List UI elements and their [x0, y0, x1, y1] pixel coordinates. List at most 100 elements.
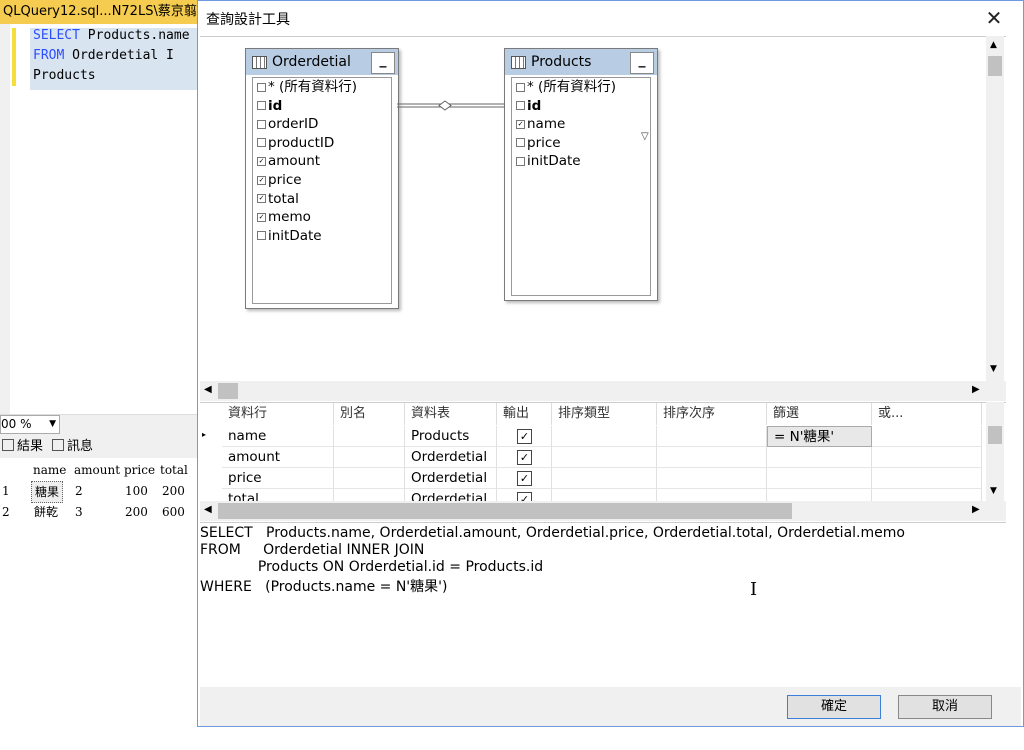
grid-cell-table[interactable]: Products: [405, 426, 497, 447]
checkbox-checked-icon[interactable]: ✓: [257, 212, 266, 222]
checkbox-icon[interactable]: [516, 156, 525, 166]
table-column-item[interactable]: initDate: [516, 152, 581, 170]
table-column-item[interactable]: ✓ total: [257, 190, 299, 208]
grid-cell-alias[interactable]: [334, 426, 405, 447]
query-tab[interactable]: QLQuery12.sql...N72LS\蔡京翦: [0, 0, 201, 24]
grid-cell-filter[interactable]: = N'糖果': [767, 426, 872, 447]
table-products[interactable]: Products _ * (所有資料行) id ✓ name price initDate…: [504, 48, 658, 301]
checkbox-icon[interactable]: [257, 119, 266, 129]
grid-cell[interactable]: 糖果: [31, 481, 64, 503]
grid-cell[interactable]: 600: [162, 502, 185, 522]
grid-cell-alias[interactable]: [334, 447, 405, 468]
checkbox-checked-icon[interactable]: ✓: [517, 429, 532, 444]
grid-cell[interactable]: 200: [162, 481, 185, 501]
grid-cell-column[interactable]: name: [222, 426, 334, 447]
chevron-left-icon[interactable]: ◀: [204, 384, 212, 395]
table-column-item[interactable]: initDate: [257, 227, 322, 245]
grid-cell-sort-order[interactable]: [657, 426, 767, 447]
chevron-right-icon[interactable]: ▶: [972, 384, 980, 395]
grid-cell-output[interactable]: ✓: [497, 426, 552, 447]
grid-header-column[interactable]: 資料行: [222, 403, 334, 425]
grid-cell-sort-order[interactable]: [657, 468, 767, 489]
chevron-right-icon[interactable]: ▶: [972, 504, 980, 515]
sql-pane[interactable]: SELECT Products.name, Orderdetial.amount…: [200, 522, 1006, 688]
scroll-thumb[interactable]: [988, 56, 1002, 76]
table-header[interactable]: Orderdetial _: [246, 49, 398, 75]
grid-header-or[interactable]: 或...: [872, 403, 982, 425]
grid-header-alias[interactable]: 別名: [334, 403, 405, 425]
table-column-item[interactable]: ✓ name: [516, 115, 565, 133]
checkbox-icon[interactable]: [516, 101, 525, 111]
checkbox-icon[interactable]: [516, 82, 525, 92]
checkbox-checked-icon[interactable]: ✓: [257, 156, 266, 166]
checkbox-icon[interactable]: [257, 101, 266, 111]
chevron-down-icon[interactable]: ▼: [990, 364, 997, 374]
grid-cell-sort-type[interactable]: [552, 468, 657, 489]
checkbox-checked-icon[interactable]: ✓: [257, 194, 266, 204]
chevron-up-icon[interactable]: ▲: [990, 40, 997, 50]
diagram-pane[interactable]: Orderdetial _ * (所有資料行) id orderID productI…: [200, 36, 1006, 382]
checkbox-checked-icon[interactable]: ✓: [257, 175, 266, 185]
grid-vertical-scrollbar[interactable]: ▼: [986, 402, 1004, 502]
grid-header-sort-order[interactable]: 排序次序: [657, 403, 767, 425]
grid-horizontal-scrollbar[interactable]: ◀ ▶: [200, 501, 1006, 521]
minimize-icon[interactable]: _: [371, 52, 395, 74]
table-column-item[interactable]: id: [257, 97, 282, 115]
grid-cell[interactable]: 2: [75, 481, 83, 501]
table-column-item[interactable]: id: [516, 97, 541, 115]
grid-cell-column[interactable]: price: [222, 468, 334, 489]
tab-messages[interactable]: 訊息: [52, 437, 93, 457]
checkbox-icon[interactable]: [257, 138, 266, 148]
ok-button[interactable]: 確定: [787, 695, 881, 719]
grid-cell[interactable]: 餅乾: [34, 502, 58, 522]
query-editor[interactable]: SELECT Products.name FROM Orderdetial I …: [0, 24, 198, 414]
checkbox-checked-icon[interactable]: ✓: [516, 119, 525, 129]
grid-cell[interactable]: 3: [75, 502, 83, 522]
table-column-item[interactable]: productID: [257, 134, 334, 152]
join-line[interactable]: [397, 97, 505, 113]
table-column-item[interactable]: ✓ price: [257, 171, 302, 189]
grid-cell-filter[interactable]: [767, 468, 872, 489]
grid-header-output[interactable]: 輸出: [497, 403, 552, 425]
table-column-item[interactable]: * (所有資料行): [257, 78, 357, 96]
grid-cell-output[interactable]: ✓: [497, 447, 552, 468]
scroll-thumb[interactable]: [988, 426, 1002, 444]
chevron-left-icon[interactable]: ◀: [204, 504, 212, 515]
close-icon[interactable]: ✕: [974, 5, 1014, 31]
table-column-item[interactable]: ✓ amount: [257, 152, 320, 170]
grid-cell-or[interactable]: [872, 468, 982, 489]
grid-cell-or[interactable]: [872, 426, 982, 447]
checkbox-icon[interactable]: [516, 138, 525, 148]
grid-cell-filter[interactable]: [767, 447, 872, 468]
cancel-button[interactable]: 取消: [898, 695, 992, 719]
table-column-item[interactable]: ✓ memo: [257, 208, 311, 226]
grid-cell[interactable]: 200: [125, 502, 148, 522]
diagram-vertical-scrollbar[interactable]: ▲ ▼: [986, 36, 1004, 381]
diagram-horizontal-scrollbar[interactable]: ◀ ▶: [200, 381, 1006, 401]
checkbox-icon[interactable]: [257, 231, 266, 241]
grid-cell-output[interactable]: ✓: [497, 468, 552, 489]
minimize-icon[interactable]: _: [630, 52, 654, 74]
zoom-select[interactable]: 00 % ▼: [0, 415, 60, 434]
criteria-grid[interactable]: 資料行 別名 資料表 輸出 排序類型 排序次序 篩選 或... ▸ name Pr…: [200, 402, 1006, 510]
grid-header-table[interactable]: 資料表: [405, 403, 497, 425]
grid-cell-or[interactable]: [872, 447, 982, 468]
grid-cell-sort-type[interactable]: [552, 447, 657, 468]
scroll-thumb[interactable]: [218, 383, 238, 399]
grid-cell-table[interactable]: Orderdetial: [405, 468, 497, 489]
grid-cell-alias[interactable]: [334, 468, 405, 489]
scroll-thumb[interactable]: [218, 503, 792, 519]
grid-cell-sort-order[interactable]: [657, 447, 767, 468]
table-column-item[interactable]: * (所有資料行): [516, 78, 616, 96]
chevron-down-icon[interactable]: ▼: [990, 486, 997, 496]
grid-header-filter[interactable]: 篩選: [767, 403, 872, 425]
checkbox-checked-icon[interactable]: ✓: [517, 471, 532, 486]
grid-cell-sort-type[interactable]: [552, 426, 657, 447]
tab-results[interactable]: 結果: [2, 437, 43, 457]
grid-cell-table[interactable]: Orderdetial: [405, 447, 497, 468]
checkbox-icon[interactable]: [257, 82, 266, 92]
checkbox-checked-icon[interactable]: ✓: [517, 450, 532, 465]
table-column-item[interactable]: orderID: [257, 115, 318, 133]
grid-cell[interactable]: 100: [125, 481, 148, 501]
grid-cell-column[interactable]: amount: [222, 447, 334, 468]
